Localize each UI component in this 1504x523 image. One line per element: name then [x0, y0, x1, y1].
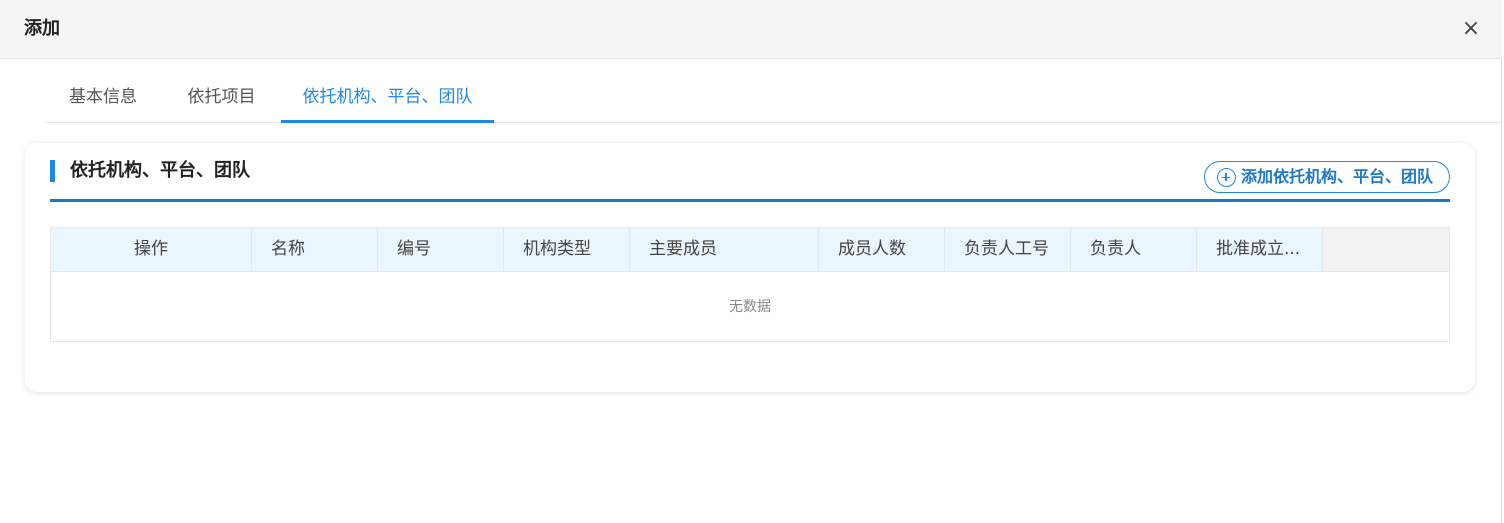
empty-state-text: 无数据	[729, 299, 771, 315]
column-header-members: 主要成员	[630, 228, 819, 271]
column-header-code: 编号	[378, 228, 504, 271]
tab-projects[interactable]: 依托项目	[162, 74, 281, 123]
add-button-label: 添加依托机构、平台、团队	[1241, 167, 1434, 186]
column-header-type: 机构类型	[504, 228, 630, 271]
column-header-actions: 操作	[51, 228, 252, 271]
column-header-member-count: 成员人数	[819, 228, 945, 271]
tab-basic-info[interactable]: 基本信息	[44, 74, 162, 123]
dialog-header: 添加 ×	[0, 0, 1502, 59]
close-icon[interactable]: ×	[1459, 17, 1483, 41]
section-title: 依托机构、平台、团队	[70, 160, 250, 181]
section-accent-bar	[50, 160, 55, 182]
column-header-leader: 负责人	[1071, 228, 1197, 271]
column-header-leader-id: 负责人工号	[945, 228, 1071, 271]
plus-circle-icon	[1217, 168, 1236, 187]
dialog-title: 添加	[24, 18, 60, 39]
institutions-table: 操作 名称 编号 机构类型 主要成员 成员人数 负责人工号 负责人 批准成立..…	[50, 227, 1450, 342]
table-header: 操作 名称 编号 机构类型 主要成员 成员人数 负责人工号 负责人 批准成立..…	[51, 228, 1449, 272]
column-header-approval-date: 批准成立...	[1197, 228, 1323, 271]
add-institution-button[interactable]: 添加依托机构、平台、团队	[1204, 161, 1450, 193]
section-header: 依托机构、平台、团队 添加依托机构、平台、团队	[50, 156, 1450, 202]
tab-bar: 基本信息 依托项目 依托机构、平台、团队	[44, 74, 1502, 123]
add-dialog: 添加 × 基本信息 依托项目 依托机构、平台、团队 依托机构、平台、团队 添加依…	[0, 0, 1502, 523]
tab-institutions[interactable]: 依托机构、平台、团队	[281, 74, 494, 123]
column-header-name: 名称	[252, 228, 378, 271]
column-header-gutter	[1323, 228, 1449, 271]
institutions-card: 依托机构、平台、团队 添加依托机构、平台、团队 操作 名称 编号 机构类型 主要…	[25, 143, 1475, 392]
